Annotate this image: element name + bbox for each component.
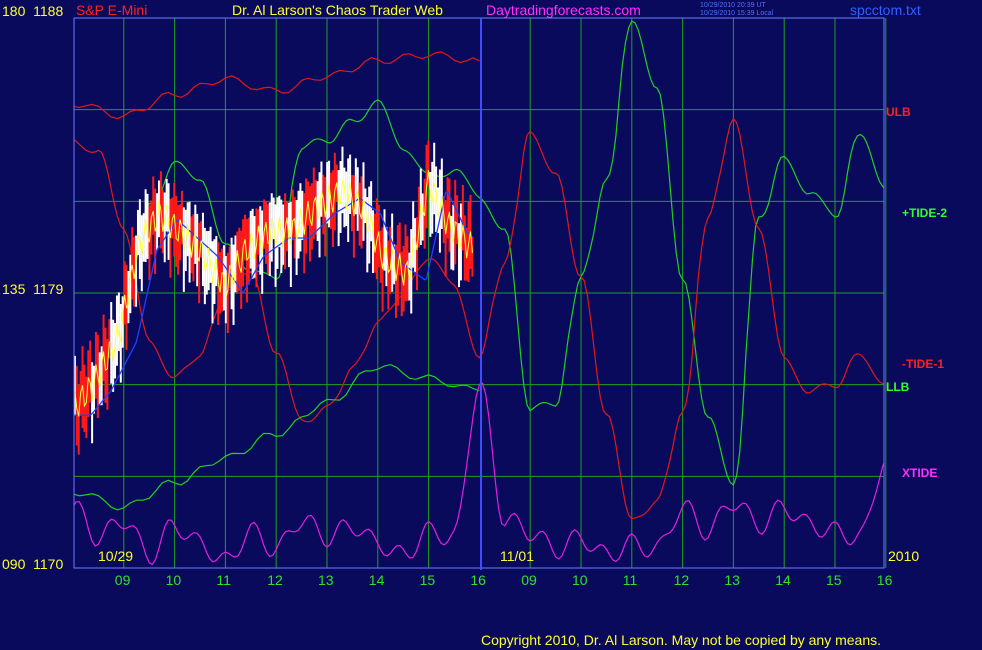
data-file-label: spcctom.txt [850, 2, 921, 18]
x-tick-label: 13 [724, 572, 740, 588]
y-label-top-price: 1188 [33, 3, 64, 19]
y-label-bottom: 090 1170 [2, 557, 63, 571]
series-line-xtide [74, 382, 884, 566]
label-ulb: ULB [886, 105, 911, 119]
x-tick-label: 16 [470, 572, 486, 588]
y-label-mid: 135 1179 [2, 282, 63, 296]
date-label-day1: 10/29 [98, 548, 134, 564]
label-tide-plus: +TIDE-2 [902, 206, 948, 220]
copyright-footer: Copyright 2010, Dr. Al Larson. May not b… [481, 632, 882, 648]
y-label-mid-osc: 135 [2, 281, 26, 297]
chart-stage: S&P E-Mini Dr. Al Larson's Chaos Trader … [0, 0, 982, 650]
x-tick-label: 10 [165, 572, 182, 588]
y-label-top: 180 1188 [2, 4, 63, 18]
x-tick-label: 12 [673, 572, 690, 588]
x-tick-label: 13 [318, 572, 334, 588]
y-label-mid-price: 1179 [33, 281, 64, 297]
label-llb: LLB [886, 380, 910, 394]
x-tick-label: 14 [775, 572, 791, 588]
x-tick-label: 11 [622, 572, 638, 588]
chart-svg [73, 17, 887, 570]
y-label-bottom-price: 1170 [33, 556, 64, 572]
x-tick-label: 14 [368, 572, 385, 588]
symbol-label: S&P E-Mini [76, 2, 148, 18]
x-tick-label: 12 [267, 572, 283, 588]
y-label-bottom-osc: 090 [2, 556, 26, 572]
site-link[interactable]: Daytradingforecasts.com [486, 3, 641, 17]
label-xtide: XTIDE [902, 466, 938, 480]
timestamp-ut: 10/29/2010 20:39 UT [700, 2, 766, 9]
y-label-top-osc: 180 [2, 3, 26, 19]
chart-title: Dr. Al Larson's Chaos Trader Web [232, 2, 443, 18]
label-tide-minus: -TIDE-1 [902, 357, 944, 371]
date-label-year: 2010 [888, 548, 920, 564]
grid-layer [74, 18, 887, 568]
x-tick-label: 09 [521, 572, 537, 588]
timestamp-local: 10/29/2010 15:39 Local [700, 10, 774, 17]
x-tick-label: 10 [572, 572, 588, 588]
x-tick-label: 15 [419, 572, 436, 588]
x-tick-label: 15 [826, 572, 842, 588]
x-tick-label: 11 [216, 572, 231, 588]
x-tick-label: 09 [114, 572, 131, 588]
date-label-day2: 11/01 [500, 548, 534, 564]
x-tick-label: 16 [876, 572, 893, 588]
